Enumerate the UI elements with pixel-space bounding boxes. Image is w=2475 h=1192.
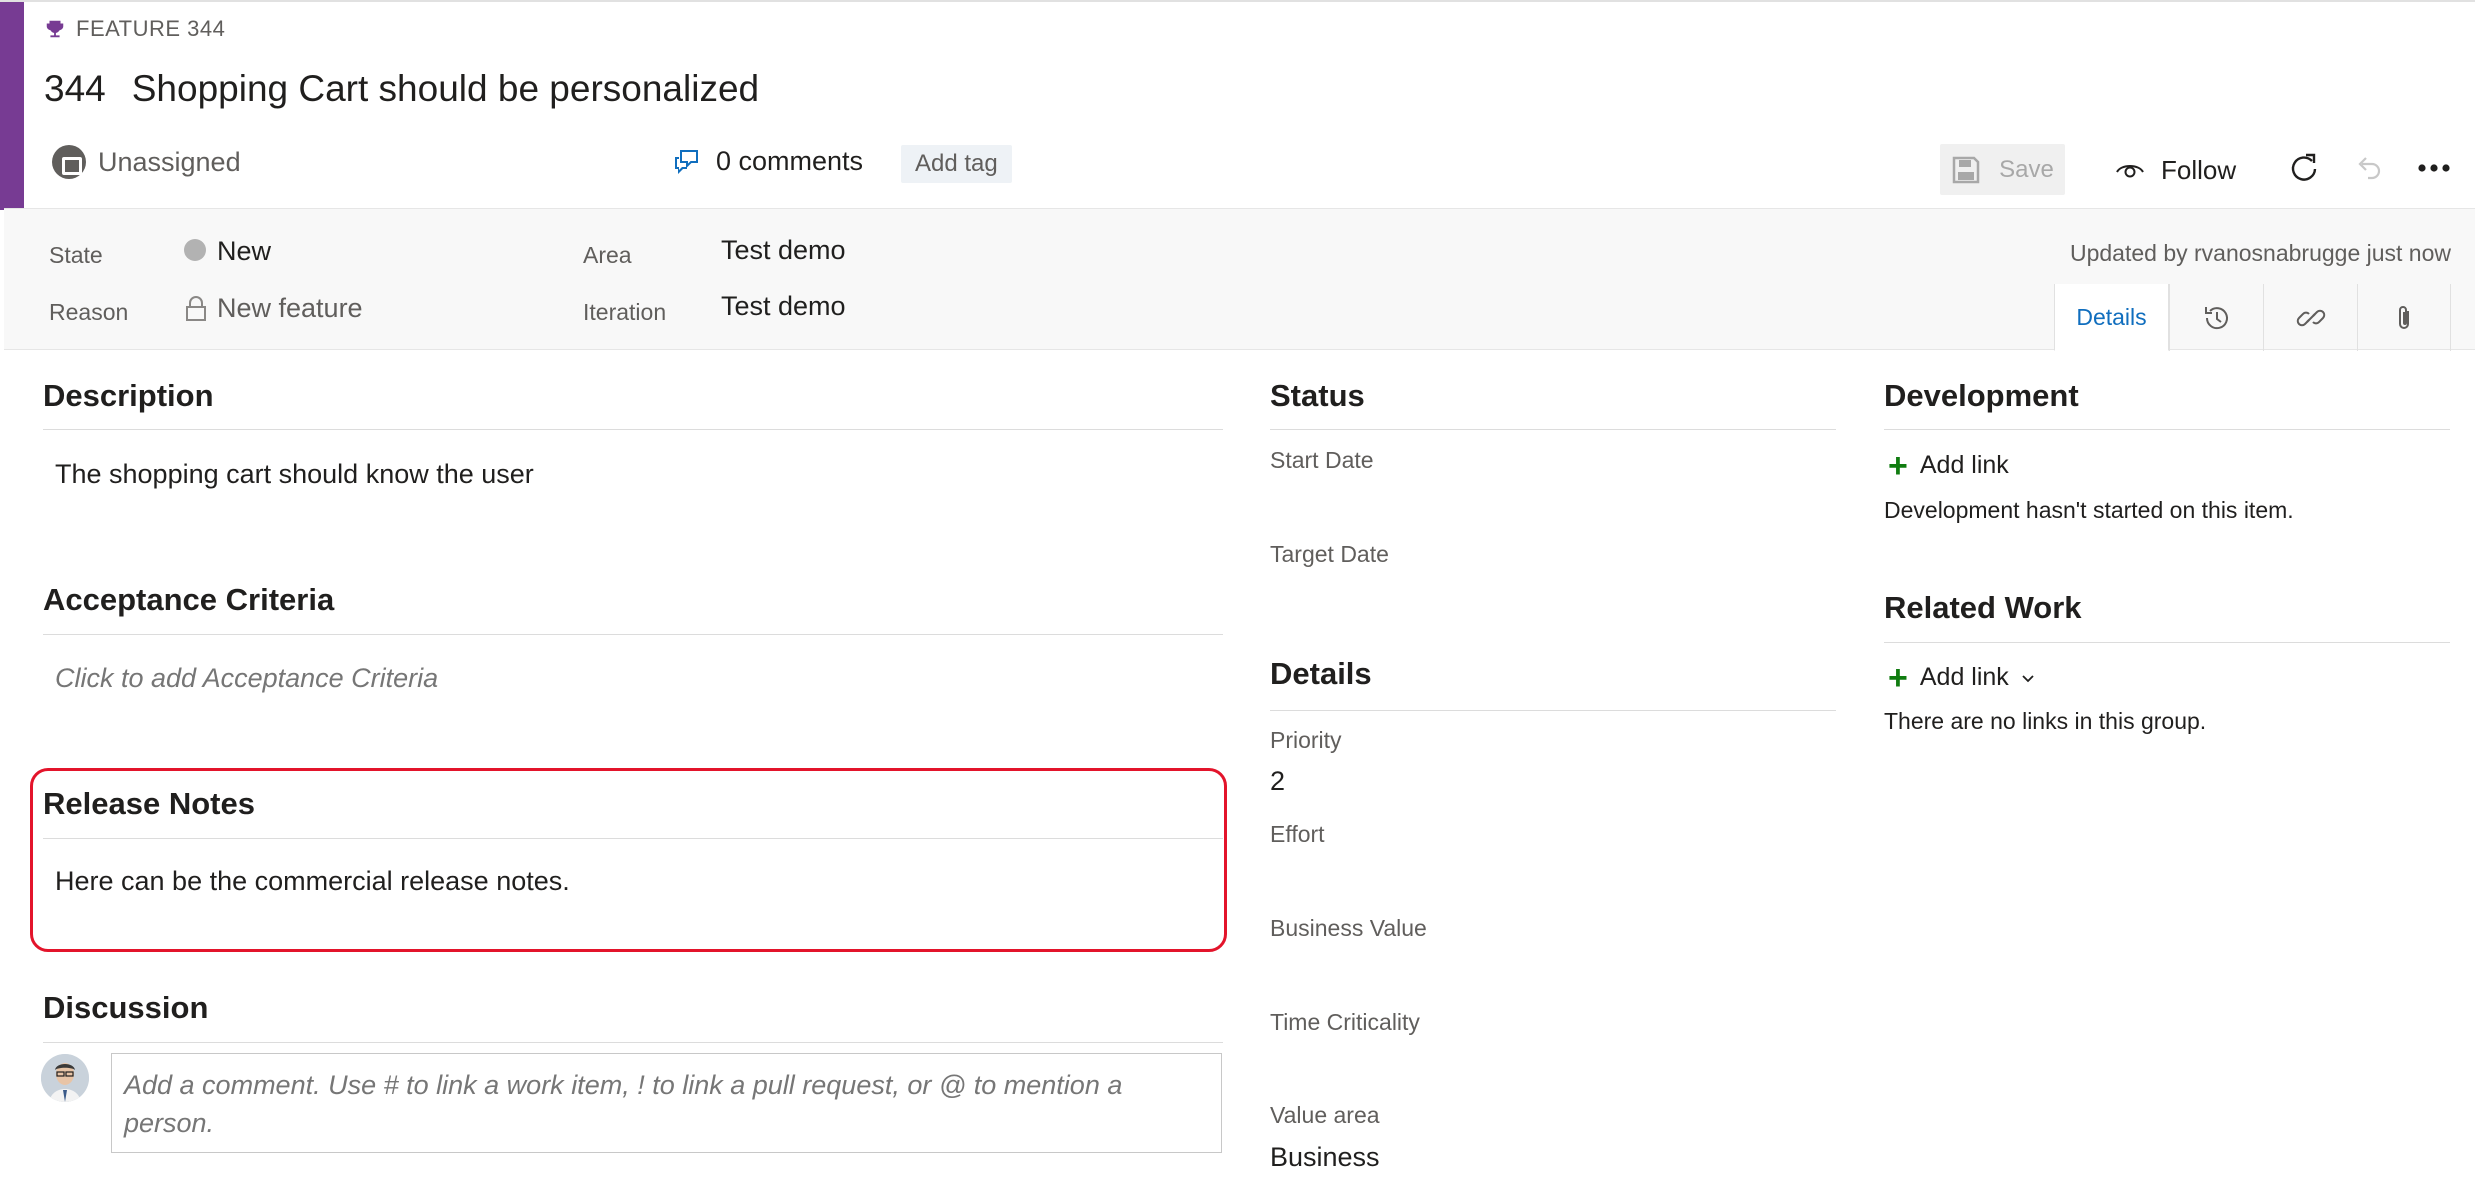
- save-button-label: Save: [1999, 155, 2054, 183]
- undo-button[interactable]: [2349, 148, 2389, 188]
- refresh-icon: [2291, 153, 2317, 181]
- refresh-button[interactable]: [2284, 148, 2324, 188]
- release-notes-divider: [43, 838, 1223, 839]
- discussion-title: Discussion: [43, 990, 209, 1025]
- start-date-label: Start Date: [1270, 447, 1374, 473]
- comments-link[interactable]: 0 comments: [672, 146, 863, 177]
- related-work-add-link-button[interactable]: + Add link: [1888, 658, 2035, 697]
- link-icon: [2296, 309, 2325, 326]
- iteration-value[interactable]: Test demo: [721, 291, 846, 322]
- comment-input[interactable]: Add a comment. Use # to link a work item…: [111, 1053, 1222, 1153]
- priority-value[interactable]: 2: [1270, 766, 1285, 797]
- follow-button-label: Follow: [2161, 154, 2237, 185]
- area-value[interactable]: Test demo: [721, 235, 846, 266]
- work-item-fields-bar: State New Reason New feature Area Test d…: [4, 208, 2475, 351]
- start-date-field[interactable]: [1270, 480, 1830, 520]
- work-item-title[interactable]: Shopping Cart should be personalized: [132, 68, 759, 110]
- release-notes-title: Release Notes: [43, 786, 255, 821]
- tab-attachments[interactable]: [2357, 284, 2451, 351]
- more-icon: [2418, 164, 2450, 172]
- comments-icon: [675, 149, 698, 174]
- discussion-divider: [43, 1042, 1223, 1043]
- target-date-field[interactable]: [1270, 574, 1830, 614]
- work-item-type-label: FEATURE 344: [76, 16, 226, 41]
- work-item-type: FEATURE 344: [44, 16, 225, 42]
- undo-icon: [2358, 157, 2381, 180]
- lock-icon: [186, 296, 206, 321]
- unassigned-avatar-icon: [52, 145, 86, 179]
- acceptance-criteria-input[interactable]: Click to add Acceptance Criteria: [55, 663, 438, 694]
- details-title: Details: [1270, 656, 1372, 691]
- description-title: Description: [43, 378, 214, 413]
- development-title: Development: [1884, 378, 2079, 413]
- comment-placeholder-line2: person.: [124, 1108, 215, 1138]
- add-tag-button[interactable]: Add tag: [901, 145, 1012, 183]
- state-label: State: [49, 242, 103, 268]
- details-divider: [1270, 710, 1836, 711]
- tab-links[interactable]: [2263, 284, 2357, 351]
- business-value-label: Business Value: [1270, 915, 1427, 941]
- reason-label: Reason: [49, 299, 129, 325]
- related-work-title: Related Work: [1884, 590, 2082, 625]
- value-area-label: Value area: [1270, 1102, 1380, 1128]
- work-item-id: 344: [44, 68, 106, 109]
- development-add-link-label: Add link: [1919, 451, 2009, 479]
- related-work-empty-text: There are no links in this group.: [1884, 708, 2207, 734]
- follow-button[interactable]: Follow: [2115, 148, 2236, 192]
- acceptance-criteria-title: Acceptance Criteria: [43, 582, 335, 617]
- related-work-add-link-label: Add link: [1919, 663, 2009, 691]
- state-indicator-icon: [184, 239, 206, 261]
- target-date-label: Target Date: [1270, 541, 1389, 567]
- comments-count: 0 comments: [716, 146, 864, 176]
- description-divider: [43, 429, 1223, 430]
- status-title: Status: [1270, 378, 1365, 413]
- plus-icon: +: [1888, 446, 1908, 485]
- updated-by-text[interactable]: Updated by rvanosnabrugge just now: [2070, 240, 2451, 267]
- time-criticality-label: Time Criticality: [1270, 1009, 1420, 1035]
- assigned-to-value: Unassigned: [98, 146, 241, 177]
- iteration-label: Iteration: [583, 299, 667, 325]
- development-empty-text: Development hasn't started on this item.: [1884, 497, 2294, 523]
- description-text[interactable]: The shopping cart should know the user: [55, 459, 534, 490]
- tab-history[interactable]: [2169, 284, 2263, 351]
- development-divider: [1884, 429, 2450, 430]
- acceptance-criteria-divider: [43, 634, 1223, 635]
- title-row: 344 Shopping Cart should be personalized: [44, 68, 759, 110]
- plus-icon: +: [1888, 658, 1908, 697]
- release-notes-text[interactable]: Here can be the commercial release notes…: [55, 866, 570, 897]
- tab-details[interactable]: Details: [2054, 284, 2169, 351]
- save-icon: [1952, 156, 1980, 183]
- trophy-icon: [46, 20, 64, 38]
- development-add-link-button[interactable]: + Add link: [1888, 446, 2009, 485]
- chevron-down-icon: [2022, 674, 2034, 682]
- status-divider: [1270, 429, 1836, 430]
- related-work-divider: [1884, 642, 2450, 643]
- eye-icon: [2116, 165, 2144, 178]
- work-item-type-color-bar: [0, 2, 24, 210]
- work-item-tabs: Details: [2054, 284, 2451, 351]
- value-area-value[interactable]: Business: [1270, 1142, 1380, 1173]
- effort-label: Effort: [1270, 821, 1325, 847]
- tab-details-label: Details: [2076, 303, 2147, 330]
- save-button[interactable]: Save: [1940, 144, 2065, 195]
- more-actions-button[interactable]: [2414, 148, 2454, 188]
- effort-field[interactable]: [1270, 854, 1830, 894]
- priority-label: Priority: [1270, 727, 1342, 753]
- time-criticality-field[interactable]: [1270, 1042, 1830, 1082]
- area-label: Area: [583, 242, 632, 268]
- reason-value: New feature: [217, 293, 363, 323]
- comment-placeholder-line1: Add a comment. Use # to link a work item…: [124, 1070, 1123, 1100]
- state-value[interactable]: New: [217, 236, 271, 267]
- history-icon: [2204, 306, 2228, 329]
- attachment-icon: [2399, 305, 2409, 329]
- assigned-to-field[interactable]: Unassigned: [52, 145, 241, 179]
- work-item-header: FEATURE 344 344 Shopping Cart should be …: [0, 0, 2475, 210]
- avatar: [41, 1054, 89, 1102]
- business-value-field[interactable]: [1270, 948, 1830, 988]
